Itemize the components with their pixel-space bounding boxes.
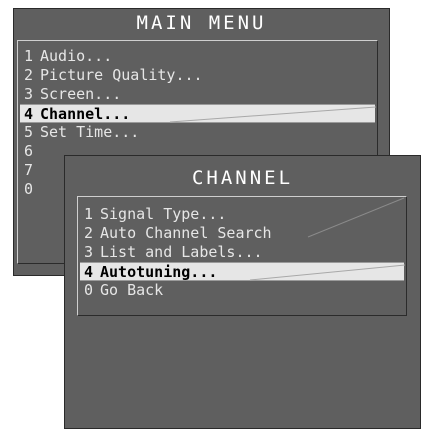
channel-menu-item-go-back[interactable]: 0 Go Back: [80, 281, 404, 300]
menu-item-label: Picture Quality...: [40, 66, 203, 84]
menu-item-number: 0: [24, 180, 34, 198]
menu-item-number: 0: [84, 281, 94, 299]
menu-item-label: Channel...: [40, 105, 131, 123]
menu-item-label: Audio...: [40, 47, 113, 65]
menu-item-label: List and Labels...: [100, 243, 263, 261]
menu-item-number: 5: [24, 123, 34, 141]
menu-item-label: Go Back: [100, 281, 164, 299]
menu-item-number: 4: [84, 263, 94, 281]
menu-item-number: 2: [84, 224, 94, 242]
menu-item-number: 2: [24, 66, 34, 84]
channel-menu-item-list-and-labels[interactable]: 3 List and Labels...: [80, 243, 404, 262]
menu-item-label: Set Time...: [40, 123, 140, 141]
menu-item-number: 3: [24, 85, 34, 103]
menu-item-label: Screen...: [40, 85, 122, 103]
channel-menu-item-signal-type[interactable]: 1 Signal Type...: [80, 205, 404, 224]
main-menu-item-audio[interactable]: 1 Audio...: [20, 47, 375, 66]
menu-item-number: 4: [24, 105, 34, 123]
main-menu-item-screen[interactable]: 3 Screen...: [20, 85, 375, 104]
main-menu-item-channel[interactable]: 4 Channel...: [20, 104, 377, 123]
channel-menu-panel: CHANNEL 1 Signal Type... 2 Auto Channel Se…: [64, 155, 421, 429]
menu-item-number: 6: [24, 142, 34, 160]
menu-item-label: Auto Channel Search: [100, 224, 272, 242]
menu-item-number: 1: [24, 47, 34, 65]
main-menu-title: MAIN MENU: [136, 12, 267, 34]
main-menu-item-set-time[interactable]: 5 Set Time...: [20, 123, 375, 142]
menu-item-number: 1: [84, 205, 94, 223]
channel-menu-item-auto-channel-search[interactable]: 2 Auto Channel Search: [80, 224, 404, 243]
channel-menu-title: CHANNEL: [191, 167, 294, 189]
channel-menu-list: 1 Signal Type... 2 Auto Channel Search 3 Li…: [77, 196, 407, 316]
menu-item-label: Signal Type...: [100, 205, 227, 223]
menu-item-number: 3: [84, 243, 94, 261]
menu-item-number: 7: [24, 161, 34, 179]
channel-menu-item-autotuning[interactable]: 4 Autotuning...: [80, 262, 406, 281]
main-menu-item-picture-quality[interactable]: 2 Picture Quality...: [20, 66, 375, 85]
menu-item-label: Autotuning...: [100, 263, 218, 281]
